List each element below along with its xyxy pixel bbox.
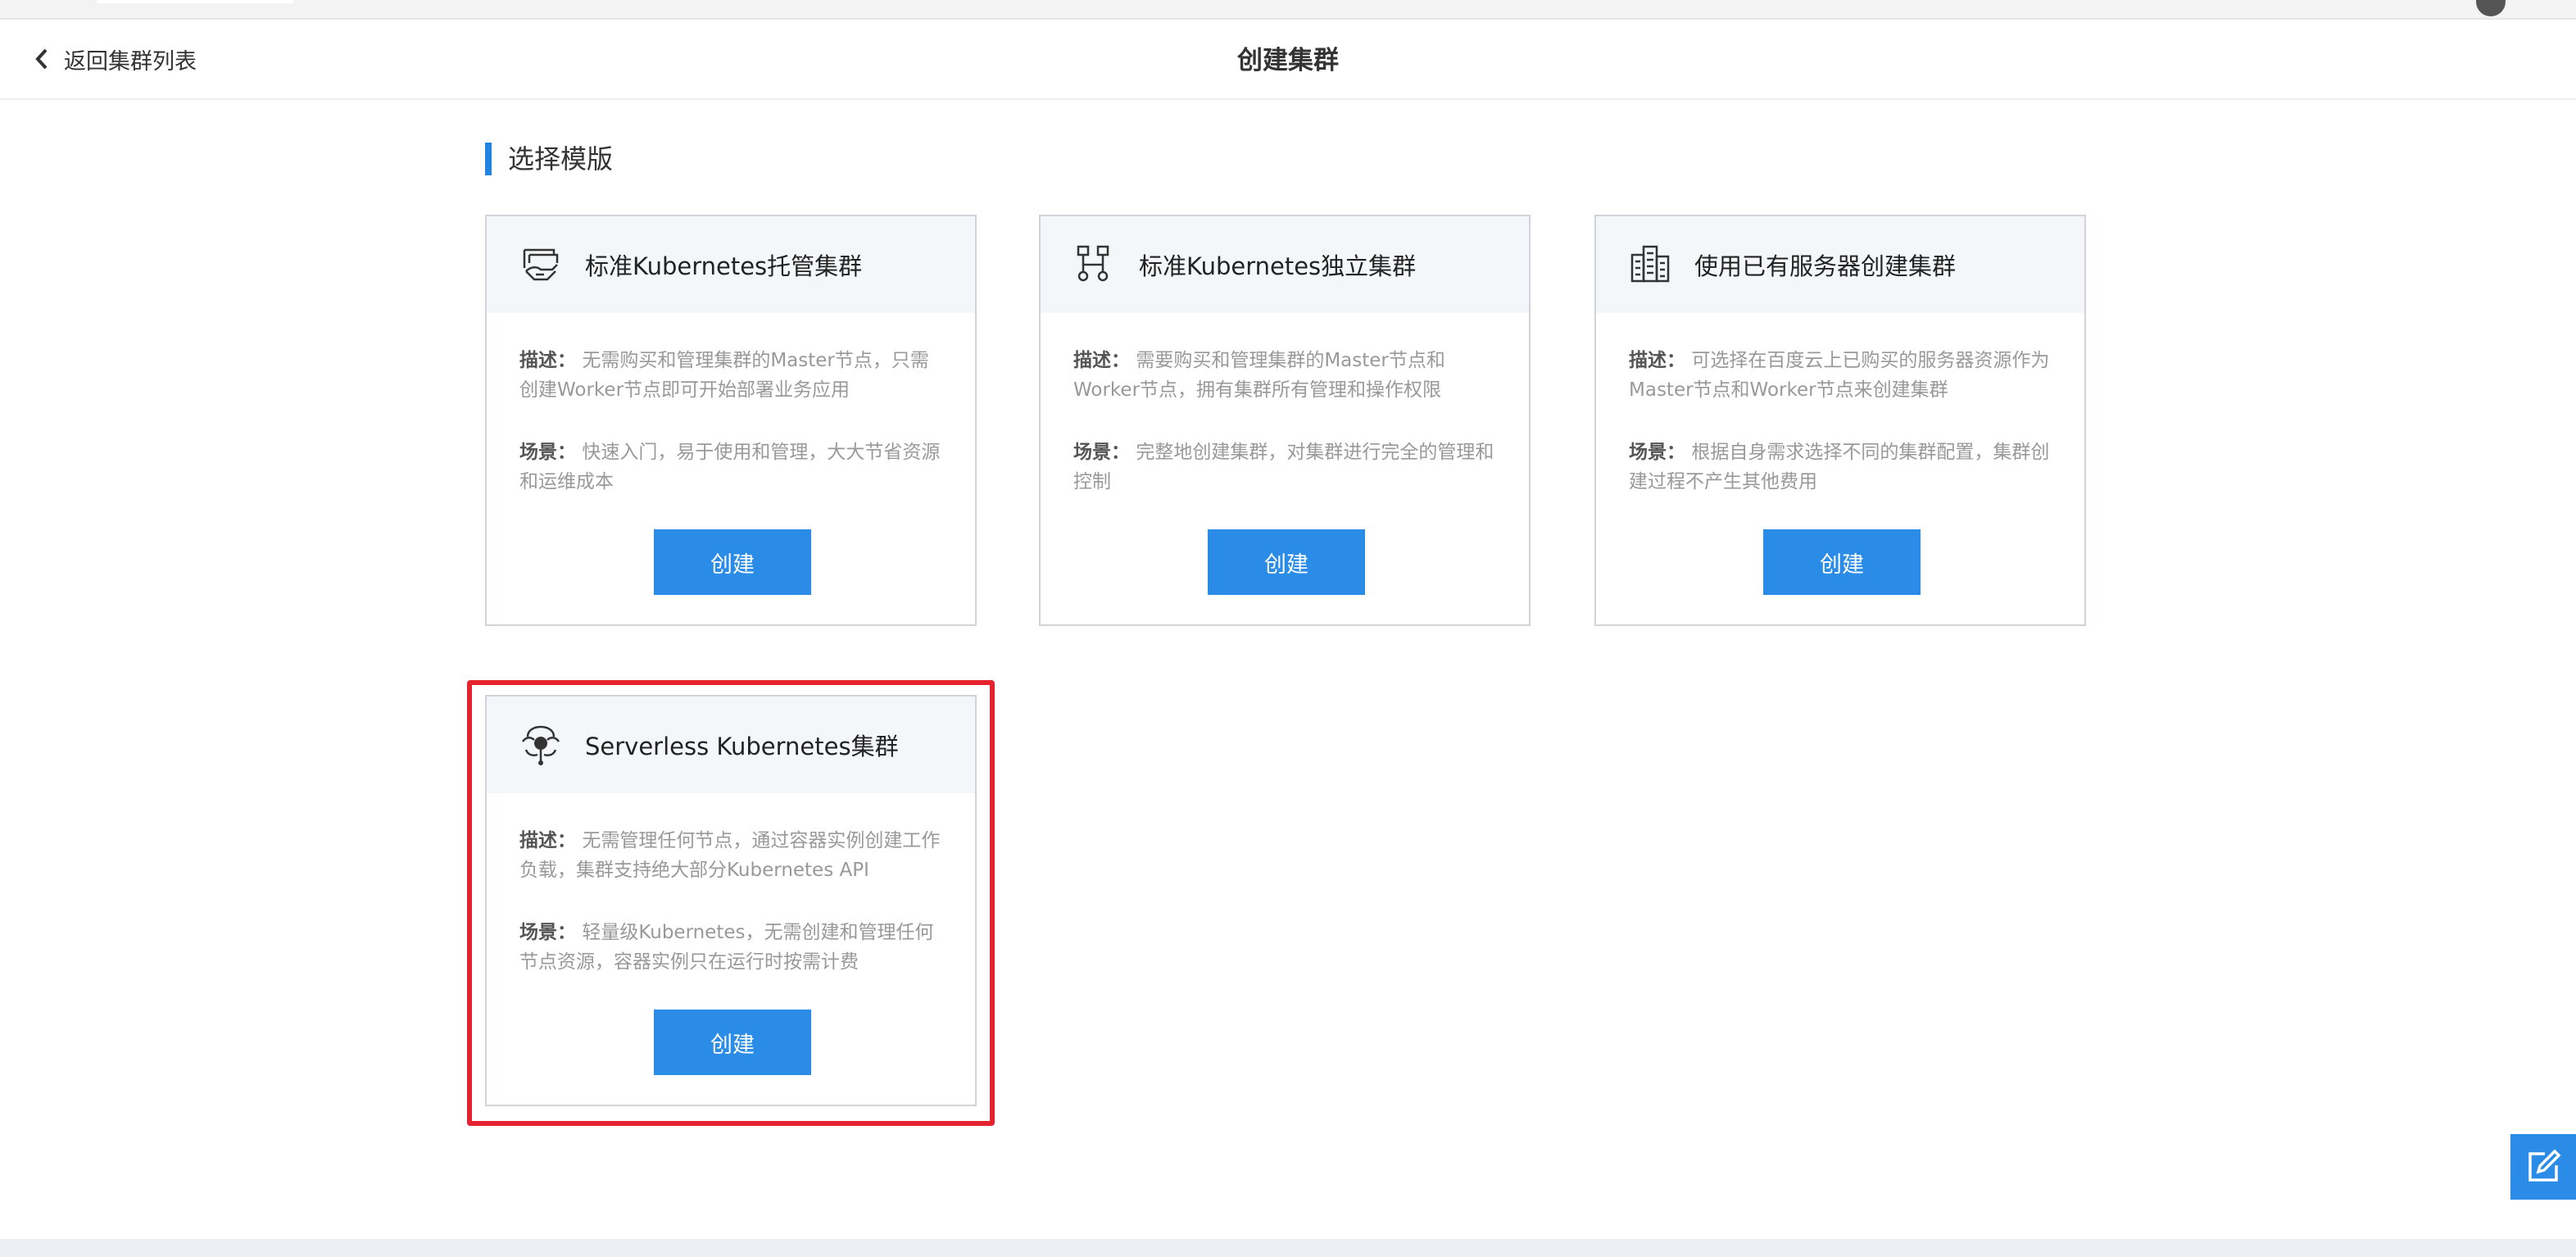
browser-top-strip	[0, 0, 2576, 20]
description-label: 描述：	[1073, 350, 1130, 371]
page-footer-bar	[0, 1239, 2576, 1257]
card-title: 标准Kubernetes托管集群	[585, 252, 863, 280]
card-description: 描述： 无需购买和管理集群的Master节点，只需创建Worker节点即可开始部…	[519, 346, 942, 405]
description-text: 无需购买和管理集群的Master节点，只需创建Worker节点即可开始部署业务应…	[519, 350, 929, 401]
page-header: 返回集群列表 创建集群	[0, 20, 2576, 100]
card-description: 描述： 可选择在百度云上已购买的服务器资源作为Master节点和Worker节点…	[1629, 346, 2052, 405]
edit-icon	[2528, 1149, 2561, 1182]
scenario-label: 场景：	[1629, 442, 1685, 463]
description-label: 描述：	[1629, 350, 1685, 371]
card-title: 标准Kubernetes独立集群	[1139, 252, 1417, 280]
card-header: 使用已有服务器创建集群	[1596, 216, 2084, 313]
description-label: 描述：	[519, 350, 576, 371]
scenario-label: 场景：	[519, 442, 576, 463]
description-text: 可选择在百度云上已购买的服务器资源作为Master节点和Worker节点来创建集…	[1629, 350, 2050, 401]
card-body: 描述： 无需购买和管理集群的Master节点，只需创建Worker节点即可开始部…	[487, 313, 975, 497]
page-title: 创建集群	[1237, 46, 1339, 75]
card-header: 标准Kubernetes托管集群	[487, 216, 975, 313]
card-header: 标准Kubernetes独立集群	[1041, 216, 1529, 313]
scenario-text: 根据自身需求选择不同的集群配置，集群创建过程不产生其他费用	[1629, 442, 2050, 492]
template-card-existing-servers: 使用已有服务器创建集群 描述： 可选择在百度云上已购买的服务器资源作为Maste…	[1594, 215, 2086, 626]
card-body: 描述： 可选择在百度云上已购买的服务器资源作为Master节点和Worker节点…	[1596, 313, 2084, 497]
tab-stub	[97, 0, 293, 3]
standalone-cluster-icon	[1077, 245, 1109, 282]
scenario-text: 完整地创建集群，对集群进行完全的管理和控制	[1073, 442, 1494, 492]
card-title: 使用已有服务器创建集群	[1694, 252, 1957, 280]
avatar[interactable]	[2476, 0, 2506, 16]
template-card-standalone: 标准Kubernetes独立集群 描述： 需要购买和管理集群的Master节点和…	[1039, 215, 1531, 626]
create-existing-server-cluster-button[interactable]: 创建	[1763, 529, 1921, 595]
card-body: 描述： 需要购买和管理集群的Master节点和Worker节点，拥有集群所有管理…	[1041, 313, 1529, 497]
card-description: 描述： 需要购买和管理集群的Master节点和Worker节点，拥有集群所有管理…	[1073, 346, 1496, 405]
server-building-icon	[1630, 245, 1670, 283]
feedback-edit-button[interactable]	[2510, 1134, 2576, 1200]
selection-highlight-box	[467, 680, 995, 1126]
scenario-label: 场景：	[1073, 442, 1130, 463]
scenario-text: 快速入门，易于使用和管理，大大节省资源和运维成本	[519, 442, 941, 492]
template-card-hosted: 标准Kubernetes托管集群 描述： 无需购买和管理集群的Master节点，…	[485, 215, 977, 626]
section-title: 选择模版	[485, 143, 613, 175]
hosted-cluster-icon	[523, 248, 559, 281]
description-text: 需要购买和管理集群的Master节点和Worker节点，拥有集群所有管理和操作权…	[1073, 350, 1445, 401]
card-scenario: 场景： 完整地创建集群，对集群进行完全的管理和控制	[1073, 438, 1496, 497]
create-standalone-cluster-button[interactable]: 创建	[1208, 529, 1365, 595]
card-scenario: 场景： 快速入门，易于使用和管理，大大节省资源和运维成本	[519, 438, 942, 497]
create-hosted-cluster-button[interactable]: 创建	[654, 529, 811, 595]
card-scenario: 场景： 根据自身需求选择不同的集群配置，集群创建过程不产生其他费用	[1629, 438, 2052, 497]
